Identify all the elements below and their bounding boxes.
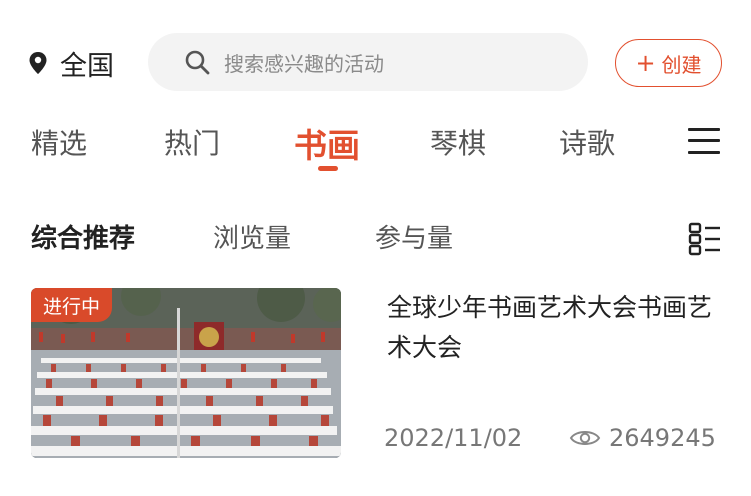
activity-card[interactable]: 进行中 全球少年书画艺术大会书画艺术大会 2022/11/02 2649245 <box>31 288 723 458</box>
tab-remen[interactable]: 热门 <box>164 122 220 162</box>
list-layout-icon[interactable] <box>688 222 722 256</box>
eye-icon <box>569 431 601 445</box>
tab-shige[interactable]: 诗歌 <box>559 122 615 162</box>
menu-icon[interactable] <box>688 128 720 154</box>
activity-title: 全球少年书画艺术大会书画艺术大会 <box>387 293 713 362</box>
sort-comprehensive[interactable]: 综合推荐 <box>31 218 135 255</box>
location-pin-icon <box>29 52 47 74</box>
activity-date: 2022/11/02 <box>384 424 523 452</box>
plus-icon: + <box>635 49 656 77</box>
tab-shuhua[interactable]: 书画 <box>294 119 360 167</box>
view-count-value: 2649245 <box>609 424 716 452</box>
status-badge: 进行中 <box>31 288 113 322</box>
sort-views[interactable]: 浏览量 <box>213 218 291 255</box>
location-label: 全国 <box>60 50 114 82</box>
search-icon <box>185 50 210 75</box>
activity-thumbnail: 进行中 <box>31 288 341 458</box>
search-input[interactable]: 搜索感兴趣的活动 <box>148 33 588 91</box>
create-button-label: 创建 <box>661 52 702 77</box>
tab-jingxuan[interactable]: 精选 <box>31 122 87 162</box>
search-placeholder: 搜索感兴趣的活动 <box>224 51 384 76</box>
sort-participation[interactable]: 参与量 <box>375 218 453 255</box>
create-button[interactable]: + 创建 <box>615 39 722 87</box>
tab-qinqi[interactable]: 琴棋 <box>430 122 486 162</box>
view-count: 2649245 <box>569 424 716 452</box>
location-selector[interactable]: 全国 <box>28 44 114 82</box>
active-tab-indicator <box>318 166 338 171</box>
